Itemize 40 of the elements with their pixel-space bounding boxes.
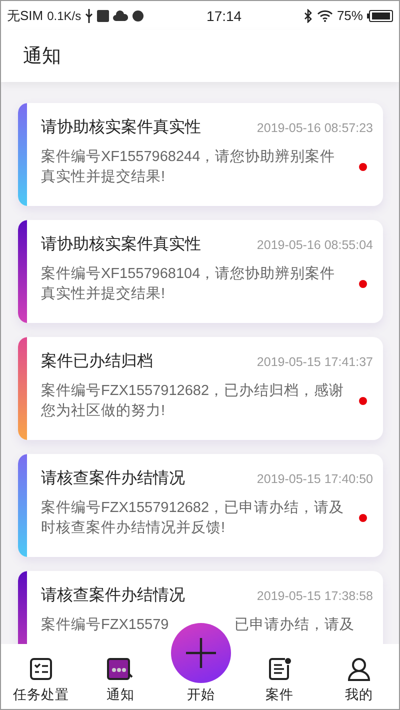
bluetooth-icon — [304, 8, 313, 22]
message-board-icon — [107, 657, 134, 681]
notification-card[interactable]: 案件已办结归档 2019-05-15 17:41:37 案件编号FZX1557912682，已办结归档，感谢您为社区做的努力! — [18, 337, 383, 440]
notification-message: 已申请办结，请及 — [234, 616, 355, 635]
notification-title: 请协助核实案件真实性 — [41, 117, 201, 138]
carrier-text: 无SIM — [7, 6, 44, 24]
network-speed: 0.1K/s — [47, 8, 82, 22]
notification-message: 案件编号XF1557968244，请您协助辨别案件真实性并提交结果! — [41, 148, 336, 187]
wifi-icon — [316, 10, 333, 22]
notification-message: 案件编号FZX1557912682，已办结归档，感谢您为社区做的努力! — [41, 382, 346, 421]
notification-title: 请核查案件办结情况 — [41, 468, 185, 489]
document-icon — [268, 657, 292, 681]
notification-title: 案件已办结归档 — [41, 351, 153, 372]
notification-card[interactable]: 请协助核实案件真实性 2019-05-16 08:57:23 案件编号XF1557968244，请您协助辨别案件真实性并提交结果! — [18, 103, 383, 206]
notification-message: 案件编号FZX15579 — [41, 616, 169, 635]
notification-message: 案件编号XF1557968104，请您协助辨别案件真实性并提交结果! — [41, 264, 336, 304]
notification-time: 2019-05-15 17:40:50 — [256, 472, 373, 486]
notification-time: 2019-05-15 17:38:58 — [256, 589, 373, 603]
notification-card[interactable]: 请核查案件办结情况 2019-05-15 17:38:58 案件编号FZX15579 已申请办结，请及 — [18, 571, 383, 644]
clock-text: 17:14 — [206, 8, 242, 24]
notification-time: 2019-05-16 08:57:23 — [256, 121, 373, 135]
notification-time: 2019-05-15 17:41:37 — [256, 355, 373, 369]
notification-title: 请协助核实案件真实性 — [41, 234, 201, 255]
page-title: 通知 — [23, 45, 61, 69]
person-icon — [347, 657, 372, 681]
cloud-icon — [113, 10, 128, 21]
battery-icon — [366, 10, 393, 22]
add-icon — [170, 622, 232, 684]
notification-time: 2019-05-16 08:55:04 — [256, 238, 373, 252]
nav-tab[interactable]: 我的 — [323, 657, 396, 704]
notification-card[interactable]: 请协助核实案件真实性 2019-05-16 08:55:04 案件编号XF1557968104，请您协助辨别案件真实性并提交结果! — [18, 220, 383, 323]
battery-text: 75% — [336, 8, 363, 23]
notification-title: 请核查案件办结情况 — [41, 585, 185, 606]
nav-tab[interactable]: 通知 — [84, 657, 156, 704]
notification-message: 案件编号FZX1557912682，已申请办结，请及时核查案件办结情况并反馈! — [41, 498, 346, 538]
usb-icon — [85, 8, 94, 22]
notification-card[interactable]: 请核查案件办结情况 2019-05-15 17:40:50 案件编号FZX1557912682，已申请办结，请及时核查案件办结情况并反馈! — [18, 454, 383, 557]
checklist-icon — [28, 657, 53, 681]
nav-tab[interactable]: 任务处置 — [4, 657, 77, 704]
nav-tab[interactable]: 案件 — [244, 657, 316, 704]
